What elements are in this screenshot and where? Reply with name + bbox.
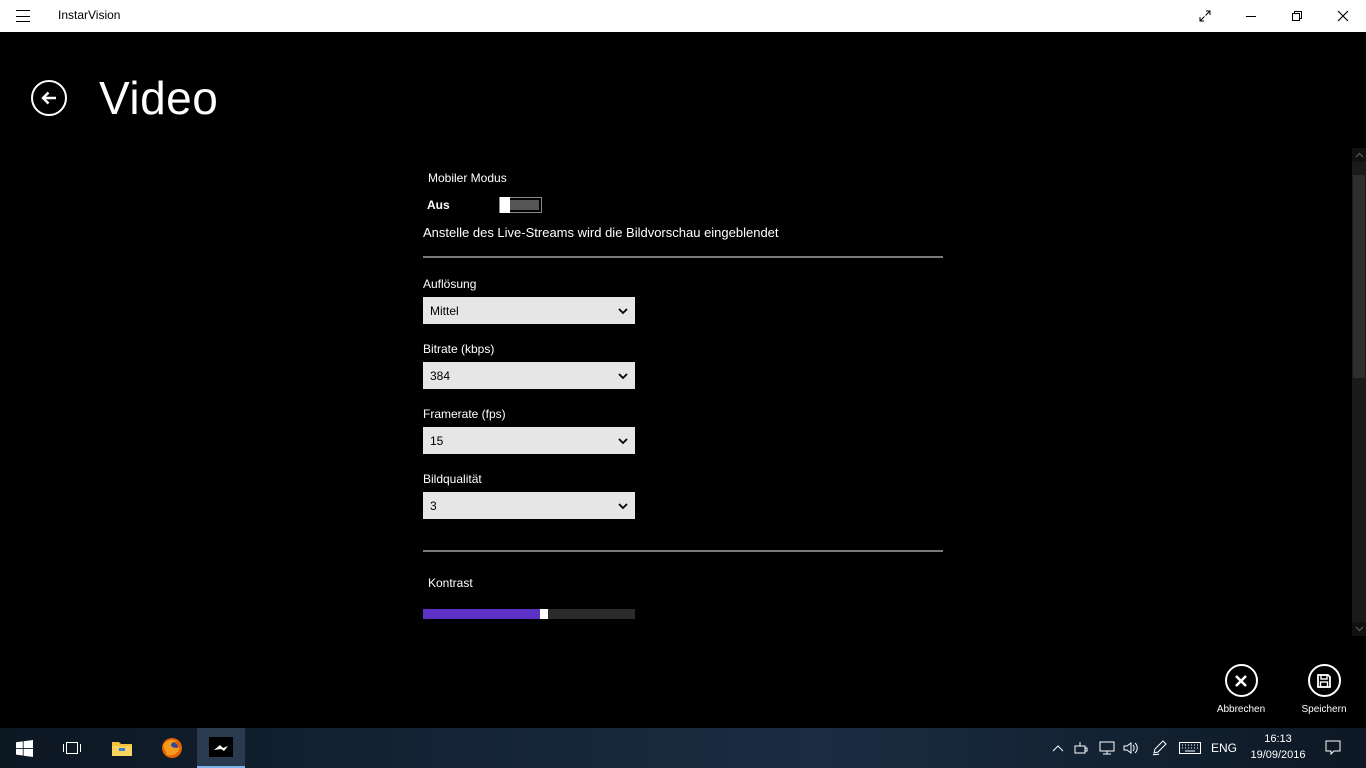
framerate-value: 15 <box>430 433 444 448</box>
power-icon[interactable] <box>1072 728 1092 768</box>
mobile-mode-row: Aus <box>427 197 542 213</box>
minimize-icon[interactable] <box>1228 0 1274 32</box>
resolution-select[interactable]: Mittel <box>423 297 635 324</box>
mobile-mode-state: Aus <box>427 198 450 212</box>
windows-start-icon[interactable] <box>0 728 48 768</box>
bitrate-label: Bitrate (kbps) <box>423 342 495 356</box>
resolution-value: Mittel <box>430 303 459 318</box>
language-indicator[interactable]: ENG <box>1208 728 1240 768</box>
save-button[interactable]: Speichern <box>1284 664 1364 715</box>
chevron-down-icon <box>618 307 628 314</box>
vertical-scrollbar[interactable] <box>1352 148 1366 636</box>
cancel-x-icon <box>1235 674 1247 687</box>
network-icon[interactable] <box>1096 728 1118 768</box>
clock-time: 16:13 <box>1264 733 1292 745</box>
mobile-mode-label: Mobiler Modus <box>428 171 507 185</box>
restore-icon[interactable] <box>1274 0 1320 32</box>
title-bar: InstarVision <box>0 0 1366 32</box>
back-arrow-icon <box>41 91 56 105</box>
quality-select[interactable]: 3 <box>423 492 635 519</box>
pen-icon[interactable] <box>1148 728 1170 768</box>
mobile-mode-toggle[interactable] <box>499 197 542 213</box>
back-button[interactable] <box>31 80 67 116</box>
cancel-label: Abbrechen <box>1216 704 1266 715</box>
contrast-slider-fill <box>423 609 544 619</box>
contrast-slider-thumb[interactable] <box>539 609 548 619</box>
hamburger-icon[interactable] <box>12 8 34 24</box>
contrast-slider[interactable] <box>423 609 635 619</box>
mobile-mode-description: Anstelle des Live-Streams wird die Bildv… <box>423 225 779 240</box>
divider <box>423 256 943 258</box>
chevron-up-icon[interactable] <box>1048 728 1068 768</box>
notification-icon[interactable] <box>1318 728 1348 768</box>
resolution-label: Auflösung <box>423 277 477 291</box>
task-view-icon[interactable] <box>48 728 96 768</box>
chevron-down-icon <box>618 437 628 444</box>
divider <box>423 550 943 552</box>
page-title: Video <box>99 72 219 124</box>
file-explorer-icon[interactable] <box>98 728 146 768</box>
expand-icon[interactable] <box>1182 0 1228 32</box>
quality-label: Bildqualität <box>423 472 482 486</box>
keyboard-icon[interactable] <box>1176 728 1204 768</box>
taskbar: ENG 16:13 19/09/2016 <box>0 728 1366 768</box>
chevron-down-icon <box>618 502 628 509</box>
volume-icon[interactable] <box>1120 728 1142 768</box>
scroll-up-icon[interactable] <box>1352 148 1366 162</box>
firefox-icon[interactable] <box>148 728 196 768</box>
bitrate-select[interactable]: 384 <box>423 362 635 389</box>
save-label: Speichern <box>1301 704 1347 715</box>
cancel-button[interactable]: Abbrechen <box>1201 664 1281 715</box>
app-title: InstarVision <box>58 8 121 22</box>
close-icon[interactable] <box>1320 0 1366 32</box>
framerate-select[interactable]: 15 <box>423 427 635 454</box>
contrast-label: Kontrast <box>428 576 473 590</box>
scroll-down-icon[interactable] <box>1352 622 1366 636</box>
clock[interactable]: 16:13 19/09/2016 <box>1250 731 1306 763</box>
bitrate-value: 384 <box>430 368 451 383</box>
quality-value: 3 <box>430 498 437 513</box>
scroll-thumb[interactable] <box>1353 175 1365 378</box>
chevron-down-icon <box>618 372 628 379</box>
framerate-label: Framerate (fps) <box>423 407 506 421</box>
save-disk-icon <box>1317 673 1331 688</box>
clock-date: 19/09/2016 <box>1250 749 1306 761</box>
instarvision-app-icon[interactable] <box>197 728 245 768</box>
